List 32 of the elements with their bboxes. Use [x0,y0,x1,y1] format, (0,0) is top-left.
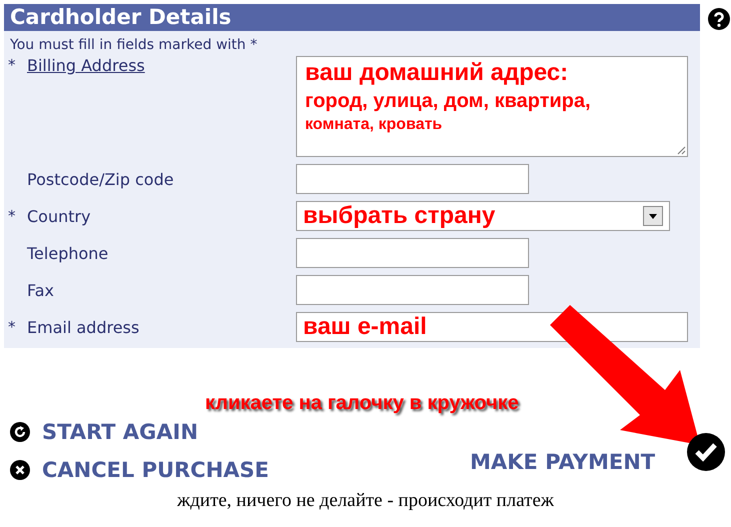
address-textarea[interactable]: ваш домашний адрес: город, улица, дом, квартира, комната, кровать [296,56,688,157]
field-label-link[interactable]: Billing Address [27,56,145,75]
field-value: ваш e-mail [303,314,427,340]
field-label: Fax [27,281,54,300]
payment-link[interactable]: MAKE PAYMENT [470,450,656,474]
action-link[interactable]: CANCEL PURCHASE [10,458,270,482]
help-icon[interactable] [708,8,730,30]
input-field[interactable]: ваш e-mail [296,312,688,342]
action-link[interactable]: START AGAIN [10,420,270,444]
required-mark: * [8,207,16,226]
input-field[interactable] [296,238,529,268]
check-icon[interactable] [686,432,726,472]
input-field[interactable] [296,164,529,194]
field-value: город, улица, дом, квартира, [305,90,592,112]
panel-title: Cardholder Details [4,4,700,31]
field-label: Country [27,207,91,226]
required-note: You must fill in fields marked with * [9,36,258,53]
caption-text: ждите, ничего не делайте - происходит платеж [176,490,555,512]
instruction-text: кликаете на галочку в кружочке [205,392,519,415]
country-dropdown[interactable]: выбрать страну [296,201,670,231]
required-mark: * [8,56,16,75]
field-label: Postcode/Zip code [27,170,174,189]
refresh-icon [10,422,30,442]
field-value: комната, кровать [305,116,444,134]
field-label: Telephone [27,244,108,263]
required-mark: * [8,318,16,337]
field-value: ваш домашний адрес: [305,60,570,86]
close-icon [10,460,30,480]
resize-grip-icon [676,145,686,155]
input-field[interactable] [296,275,529,305]
field-label: Email address [27,318,140,337]
field-value: выбрать страну [303,202,496,230]
